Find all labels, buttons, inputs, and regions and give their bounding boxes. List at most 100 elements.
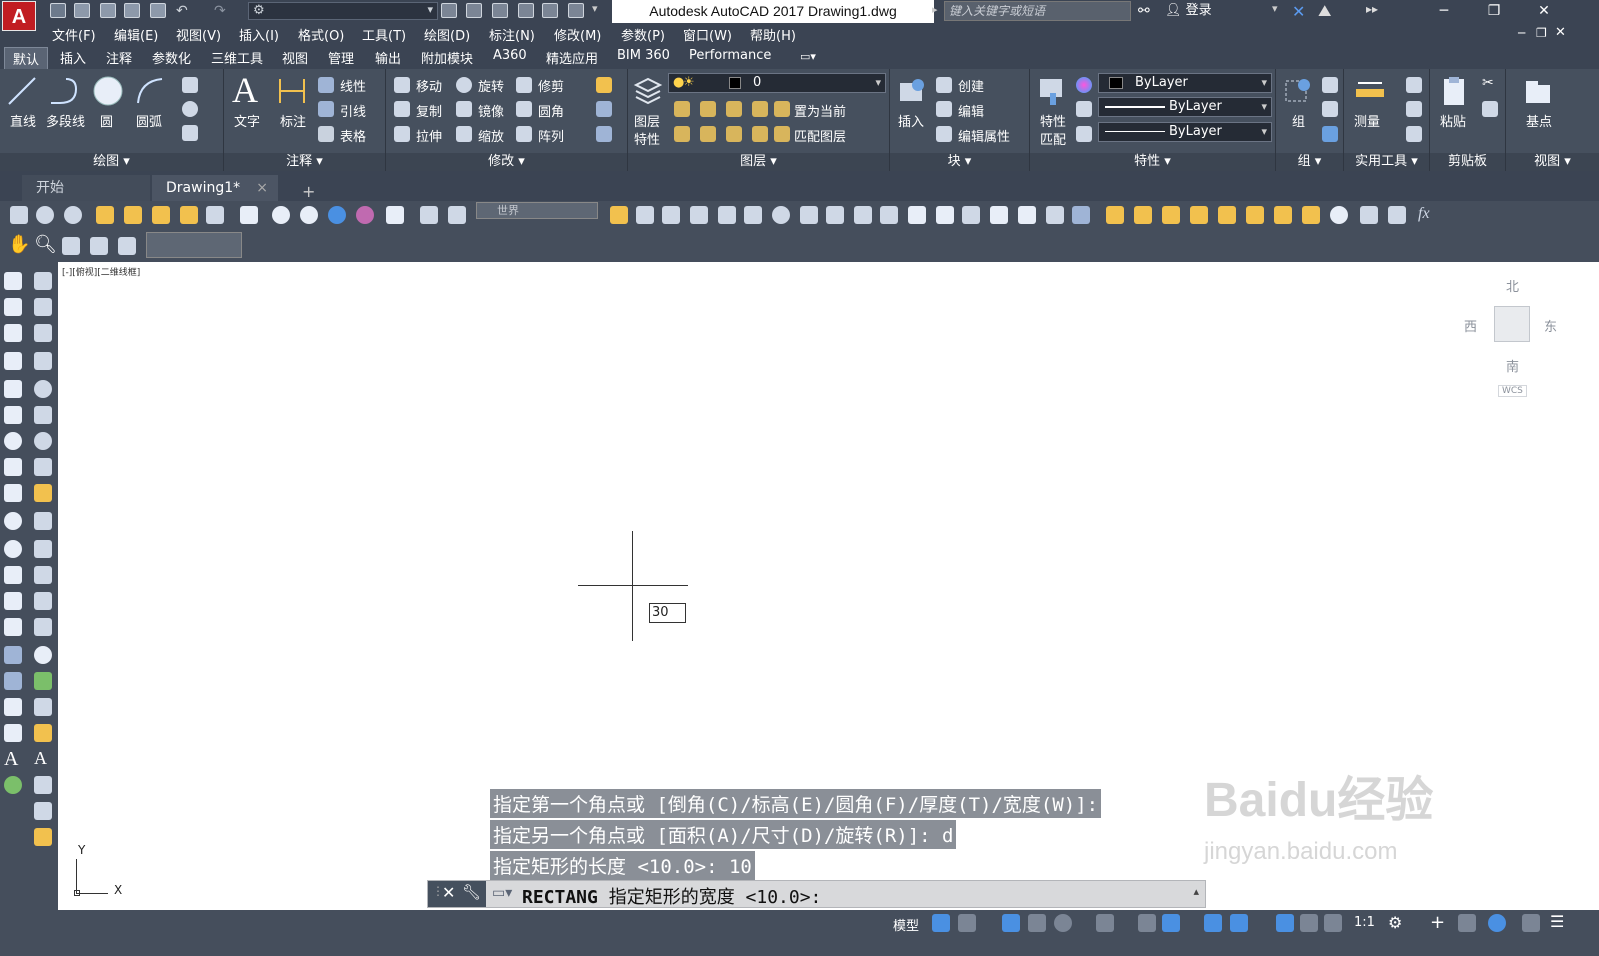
dim-arc-icon[interactable] (124, 206, 142, 224)
publish-icon[interactable] (492, 3, 508, 18)
menu-dimension[interactable]: 标注(N) (489, 25, 535, 44)
menu-parametric[interactable]: 参数(P) (621, 25, 665, 44)
pan-icon[interactable]: ✋ (8, 234, 30, 255)
ortho-icon[interactable] (1028, 914, 1046, 932)
stretch-button[interactable]: 拉伸 (416, 126, 442, 145)
orbit-icon[interactable] (36, 206, 54, 224)
explode-tb-icon[interactable] (1072, 206, 1090, 224)
tab-a360[interactable]: A360 (493, 48, 527, 63)
snap-center-icon[interactable] (1190, 206, 1208, 224)
doc-restore-icon[interactable]: ❐ (1536, 26, 1547, 40)
create-block-button[interactable]: 创建 (958, 76, 984, 95)
layer-unisolate-icon[interactable] (700, 126, 716, 142)
design-feed-icon[interactable] (568, 3, 584, 18)
annotation-scale-icon[interactable] (1324, 914, 1342, 932)
recent-commands-icon[interactable]: ▭▾ (492, 885, 512, 901)
redo-icon[interactable]: ↷ (214, 3, 230, 19)
region-icon[interactable] (4, 698, 22, 716)
panel-layers-title[interactable]: 图层 ▾ (628, 153, 889, 171)
snap-node-icon[interactable] (1302, 206, 1320, 224)
dim-radius-icon[interactable] (34, 380, 52, 398)
dim-override-icon[interactable] (34, 828, 52, 846)
mtext-icon[interactable]: A (4, 748, 18, 771)
snap-intersection-icon[interactable] (1162, 206, 1180, 224)
insert-block-lt-icon[interactable] (4, 566, 22, 584)
dim-jogged-icon[interactable] (34, 406, 52, 424)
dim-edit-icon[interactable] (34, 724, 52, 742)
restore-button[interactable]: ❐ (1476, 0, 1512, 23)
snap-midpoint-icon[interactable] (1134, 206, 1152, 224)
layer-dropdown[interactable]: ● ☀ 0 (668, 73, 886, 93)
tolerance-icon[interactable] (34, 618, 52, 636)
layer-properties-button[interactable]: 图层 (634, 111, 660, 130)
drawing-area[interactable]: [-][俯视][二维线框] 北 西 东 南 WCS 30 指定第一个角点或 [倒… (58, 262, 1599, 910)
panel-utilities-title[interactable]: 实用工具 ▾ (1344, 153, 1429, 171)
rotate-tb-icon[interactable] (772, 206, 790, 224)
doc-minimize-icon[interactable]: ─ (1518, 26, 1525, 40)
tab-insert[interactable]: 插入 (60, 48, 86, 67)
mirror-tb-icon[interactable] (662, 206, 680, 224)
viewcube[interactable]: 北 西 东 南 WCS (1454, 268, 1564, 398)
wcs-menu[interactable]: WCS (1498, 385, 1527, 397)
layer-unlock-icon[interactable] (752, 126, 768, 142)
dim-continue-icon[interactable] (34, 540, 52, 558)
dim-diameter-icon[interactable] (34, 432, 52, 450)
ucs-dropdown[interactable]: 世界 (476, 202, 598, 219)
dim-angle-icon[interactable] (152, 206, 170, 224)
share-icon[interactable] (441, 3, 457, 18)
offset-tb-icon[interactable] (690, 206, 708, 224)
infer-constraints-icon[interactable] (1002, 914, 1020, 932)
inspect-icon[interactable] (34, 672, 52, 690)
binoculars-icon[interactable]: ⚯ (1138, 3, 1150, 19)
a360-icon[interactable]: ⛰ (1318, 1, 1331, 21)
minimize-button[interactable]: ─ (1426, 0, 1462, 23)
layer-isolate-icon[interactable] (700, 101, 716, 117)
search-input[interactable]: 键入关键字或短语 (944, 1, 1131, 21)
match-properties-button[interactable]: 特性 (1040, 111, 1066, 130)
dim-baseline-icon[interactable] (180, 206, 198, 224)
quick-dim-icon[interactable] (34, 484, 52, 502)
polygon-icon[interactable] (4, 352, 22, 370)
panel-view-title[interactable]: 视图 ▾ (1506, 153, 1599, 171)
viewcube-top-face[interactable] (1494, 306, 1530, 342)
leader-button[interactable]: 引线 (340, 101, 366, 120)
mirror-button[interactable]: 镜像 (478, 101, 504, 120)
ungroup-icon[interactable] (1322, 77, 1338, 93)
panel-draw-title[interactable]: 绘图 ▾ (0, 153, 223, 171)
table-button[interactable]: 表格 (340, 126, 366, 145)
ellipse-arc-icon[interactable] (4, 540, 22, 558)
calculator-icon[interactable] (1406, 126, 1422, 142)
make-block-icon[interactable] (4, 592, 22, 610)
tab-addins[interactable]: 附加模块 (421, 48, 473, 67)
plus-icon[interactable]: + (1430, 912, 1445, 933)
zoom-window-icon[interactable] (90, 237, 108, 255)
customize-qat-icon[interactable]: ▾ (592, 2, 598, 15)
customization-menu-icon[interactable]: ☰ (1550, 912, 1564, 931)
revision-cloud-icon[interactable] (4, 458, 22, 476)
ellipse-icon[interactable] (4, 512, 22, 530)
tab-featured-apps[interactable]: 精选应用 (546, 48, 598, 67)
viewcube-south[interactable]: 南 (1506, 356, 1519, 375)
rotate-button[interactable]: 旋转 (478, 76, 504, 95)
menu-tools[interactable]: 工具(T) (362, 25, 406, 44)
zoom-realtime-icon[interactable] (62, 237, 80, 255)
dim-arc-lt-icon[interactable] (34, 324, 52, 342)
center-mark-icon[interactable] (34, 646, 52, 664)
named-view-dropdown[interactable] (146, 232, 242, 258)
array-tb-icon[interactable] (718, 206, 736, 224)
command-history-toggle-icon[interactable]: ▴ (1193, 885, 1199, 898)
array-button[interactable]: 阵列 (538, 126, 564, 145)
dimension-button[interactable]: 标注 (280, 111, 306, 130)
dim-space-icon[interactable] (34, 566, 52, 584)
circle-lt-icon[interactable] (4, 432, 22, 450)
tab-manage[interactable]: 管理 (328, 48, 354, 67)
snap-endpoint-icon[interactable] (1106, 206, 1124, 224)
trim-tb-icon[interactable] (854, 206, 872, 224)
ribbon-toggle-icon[interactable]: ▭▾ (800, 50, 816, 63)
scale-button[interactable]: 缩放 (478, 126, 504, 145)
quick-select-icon[interactable] (1406, 77, 1422, 93)
tab-bim360[interactable]: BIM 360 (617, 48, 670, 63)
add-selected-icon[interactable] (4, 776, 22, 794)
gear-icon[interactable]: ⚙ (1388, 913, 1402, 932)
group-button[interactable]: 组 (1292, 111, 1305, 130)
